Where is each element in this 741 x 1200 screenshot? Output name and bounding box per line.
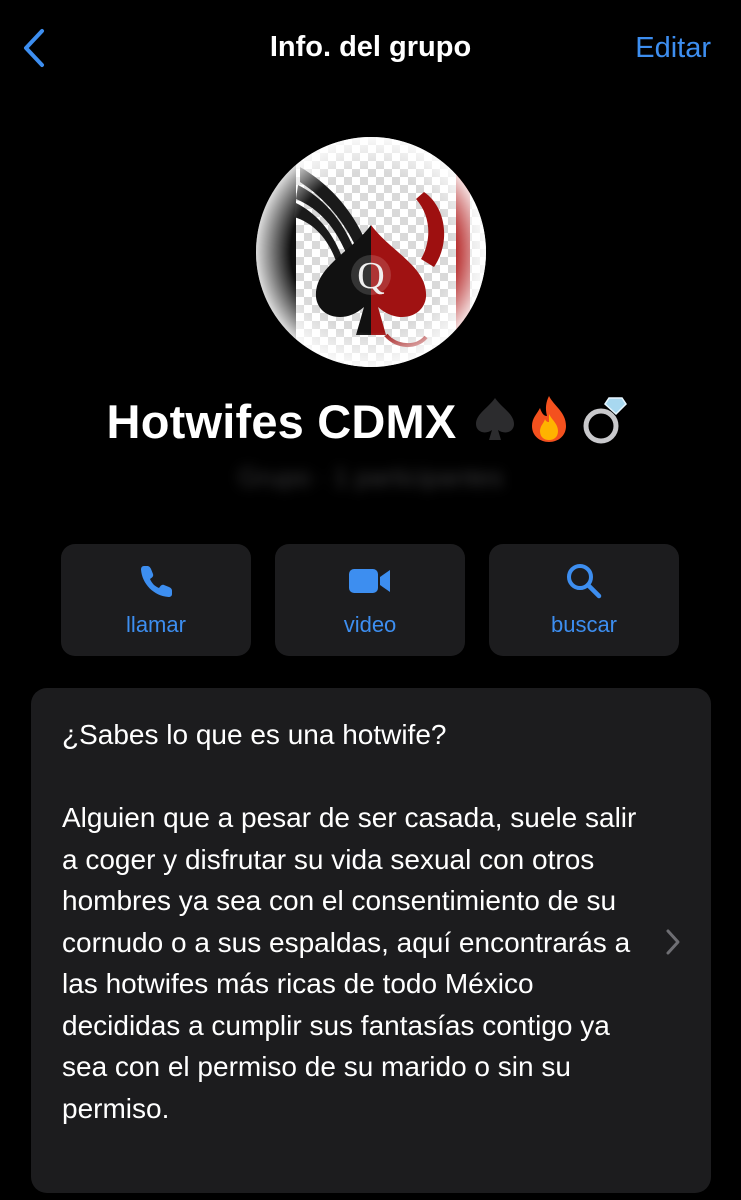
phone-icon (138, 563, 174, 604)
video-button[interactable]: video (275, 544, 465, 656)
search-button[interactable]: buscar (489, 544, 679, 656)
call-button[interactable]: llamar (61, 544, 251, 656)
group-name: Hotwifes CDMX (106, 394, 457, 448)
call-label: llamar (126, 612, 186, 637)
search-label: buscar (550, 612, 618, 637)
group-name-row: Hotwifes CDMX (0, 390, 741, 452)
search-icon (565, 562, 603, 605)
fire-icon (526, 392, 576, 451)
group-description: ¿Sabes lo que es una hotwife? Alguien qu… (62, 719, 637, 1124)
group-avatar[interactable]: Q (256, 137, 486, 367)
video-camera-icon (348, 565, 392, 602)
group-emojis (468, 392, 634, 451)
group-description-card[interactable]: ¿Sabes lo que es una hotwife? Alguien qu… (31, 688, 711, 1193)
group-subtitle: Grupo · 1 participantes (238, 462, 503, 492)
navigation-bar: Info. del grupo Editar (0, 0, 741, 100)
ring-icon (576, 392, 634, 451)
chevron-right-icon (665, 928, 681, 961)
spade-icon (468, 392, 526, 451)
page-title: Info. del grupo (269, 31, 472, 63)
action-buttons: llamar video buscar (61, 544, 681, 658)
video-label: video (343, 612, 397, 637)
edit-button[interactable]: Editar (635, 32, 711, 65)
